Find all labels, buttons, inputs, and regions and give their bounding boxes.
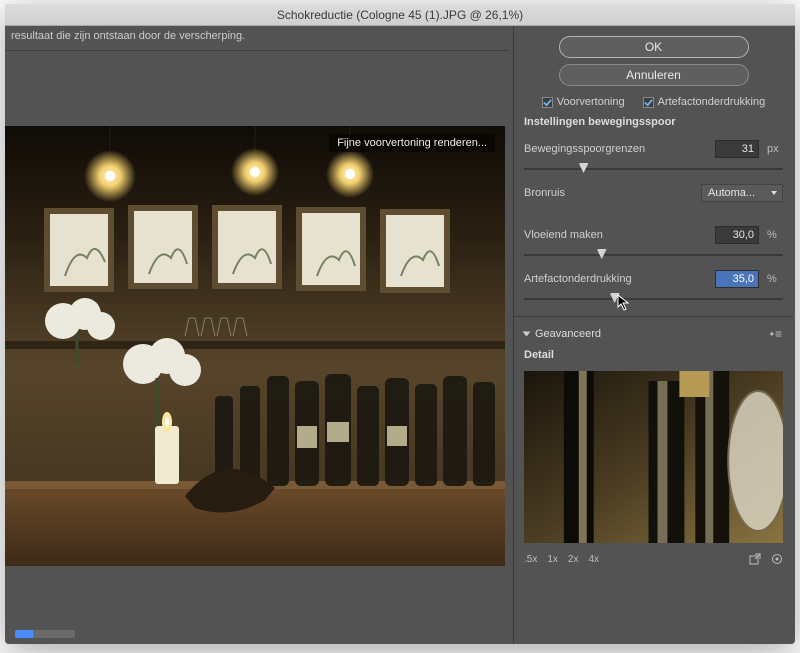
preview-checkbox-label: Voorvertoning [557,96,625,108]
ok-button[interactable]: OK [559,36,749,58]
zoom-2x[interactable]: 2x [568,554,579,565]
zoom-4x[interactable]: 4x [588,554,599,565]
smoothing-label: Vloeiend maken [524,229,707,241]
detail-preview[interactable] [524,371,783,543]
smoothing-row: Vloeiend maken 30,0 % [524,226,783,244]
cursor-icon [617,294,631,312]
preview-canvas [5,126,505,566]
window-title: Schokreductie (Cologne 45 (1).JPG @ 26,1… [277,8,523,22]
progress-fill [15,630,33,638]
advanced-label: Geavanceerd [535,328,601,340]
zoom-row: .5x 1x 2x 4x [524,553,783,565]
cancel-button[interactable]: Annuleren [559,64,749,86]
zoom-1x[interactable]: 1x [547,554,558,565]
dialog-window: Schokreductie (Cologne 45 (1).JPG @ 26,1… [5,4,795,644]
source-noise-row: Bronruis Automa... [524,184,783,202]
smoothing-unit: % [767,229,783,241]
panel-menu-icon[interactable]: •≡ [770,327,783,341]
progress-bar [15,630,75,638]
left-pane: resultaat die zijn ontstaan door de vers… [5,26,513,644]
artifact-checkbox[interactable]: Artefactonderdrukking [643,96,766,108]
checkbox-row: Voorvertoning Artefactonderdrukking [524,96,783,108]
right-panel: OK Annuleren Voorvertoning Artefactonder… [513,26,795,644]
titlebar: Schokreductie (Cologne 45 (1).JPG @ 26,1… [5,4,795,26]
disclosure-triangle-icon [523,332,531,337]
blur-bounds-slider[interactable] [524,166,783,172]
preview-checkbox[interactable]: Voorvertoning [542,96,625,108]
dialog-body: resultaat die zijn ontstaan door de vers… [5,26,795,644]
render-badge: Fijne voorvertoning renderen... [329,134,495,152]
blur-bounds-row: Bewegingsspoorgrenzen 31 px [524,140,783,158]
source-noise-label: Bronruis [524,187,693,199]
artifact-label: Artefactonderdrukking [524,273,707,285]
artifact-input[interactable]: 35,0 [715,270,759,288]
artifact-slider[interactable] [524,296,783,302]
artifact-checkbox-label: Artefactonderdrukking [658,96,766,108]
artifact-row: Artefactonderdrukking 35,0 % [524,270,783,288]
source-noise-dropdown[interactable]: Automa... [701,184,783,202]
settings-icon[interactable] [771,553,783,565]
section-title: Instellingen bewegingsspoor [524,116,783,128]
advanced-header[interactable]: Geavanceerd •≡ [524,327,783,341]
blur-bounds-input[interactable]: 31 [715,140,759,158]
detail-label: Detail [524,349,783,361]
image-preview[interactable]: Fijne voorvertoning renderen... [5,126,505,566]
blur-bounds-unit: px [767,143,783,155]
zoom-05x[interactable]: .5x [524,554,537,565]
smoothing-slider[interactable] [524,252,783,258]
artifact-unit: % [767,273,783,285]
hint-text: resultaat die zijn ontstaan door de vers… [5,26,509,51]
blur-bounds-label: Bewegingsspoorgrenzen [524,143,707,155]
undock-icon[interactable] [749,553,761,565]
smoothing-input[interactable]: 30,0 [715,226,759,244]
